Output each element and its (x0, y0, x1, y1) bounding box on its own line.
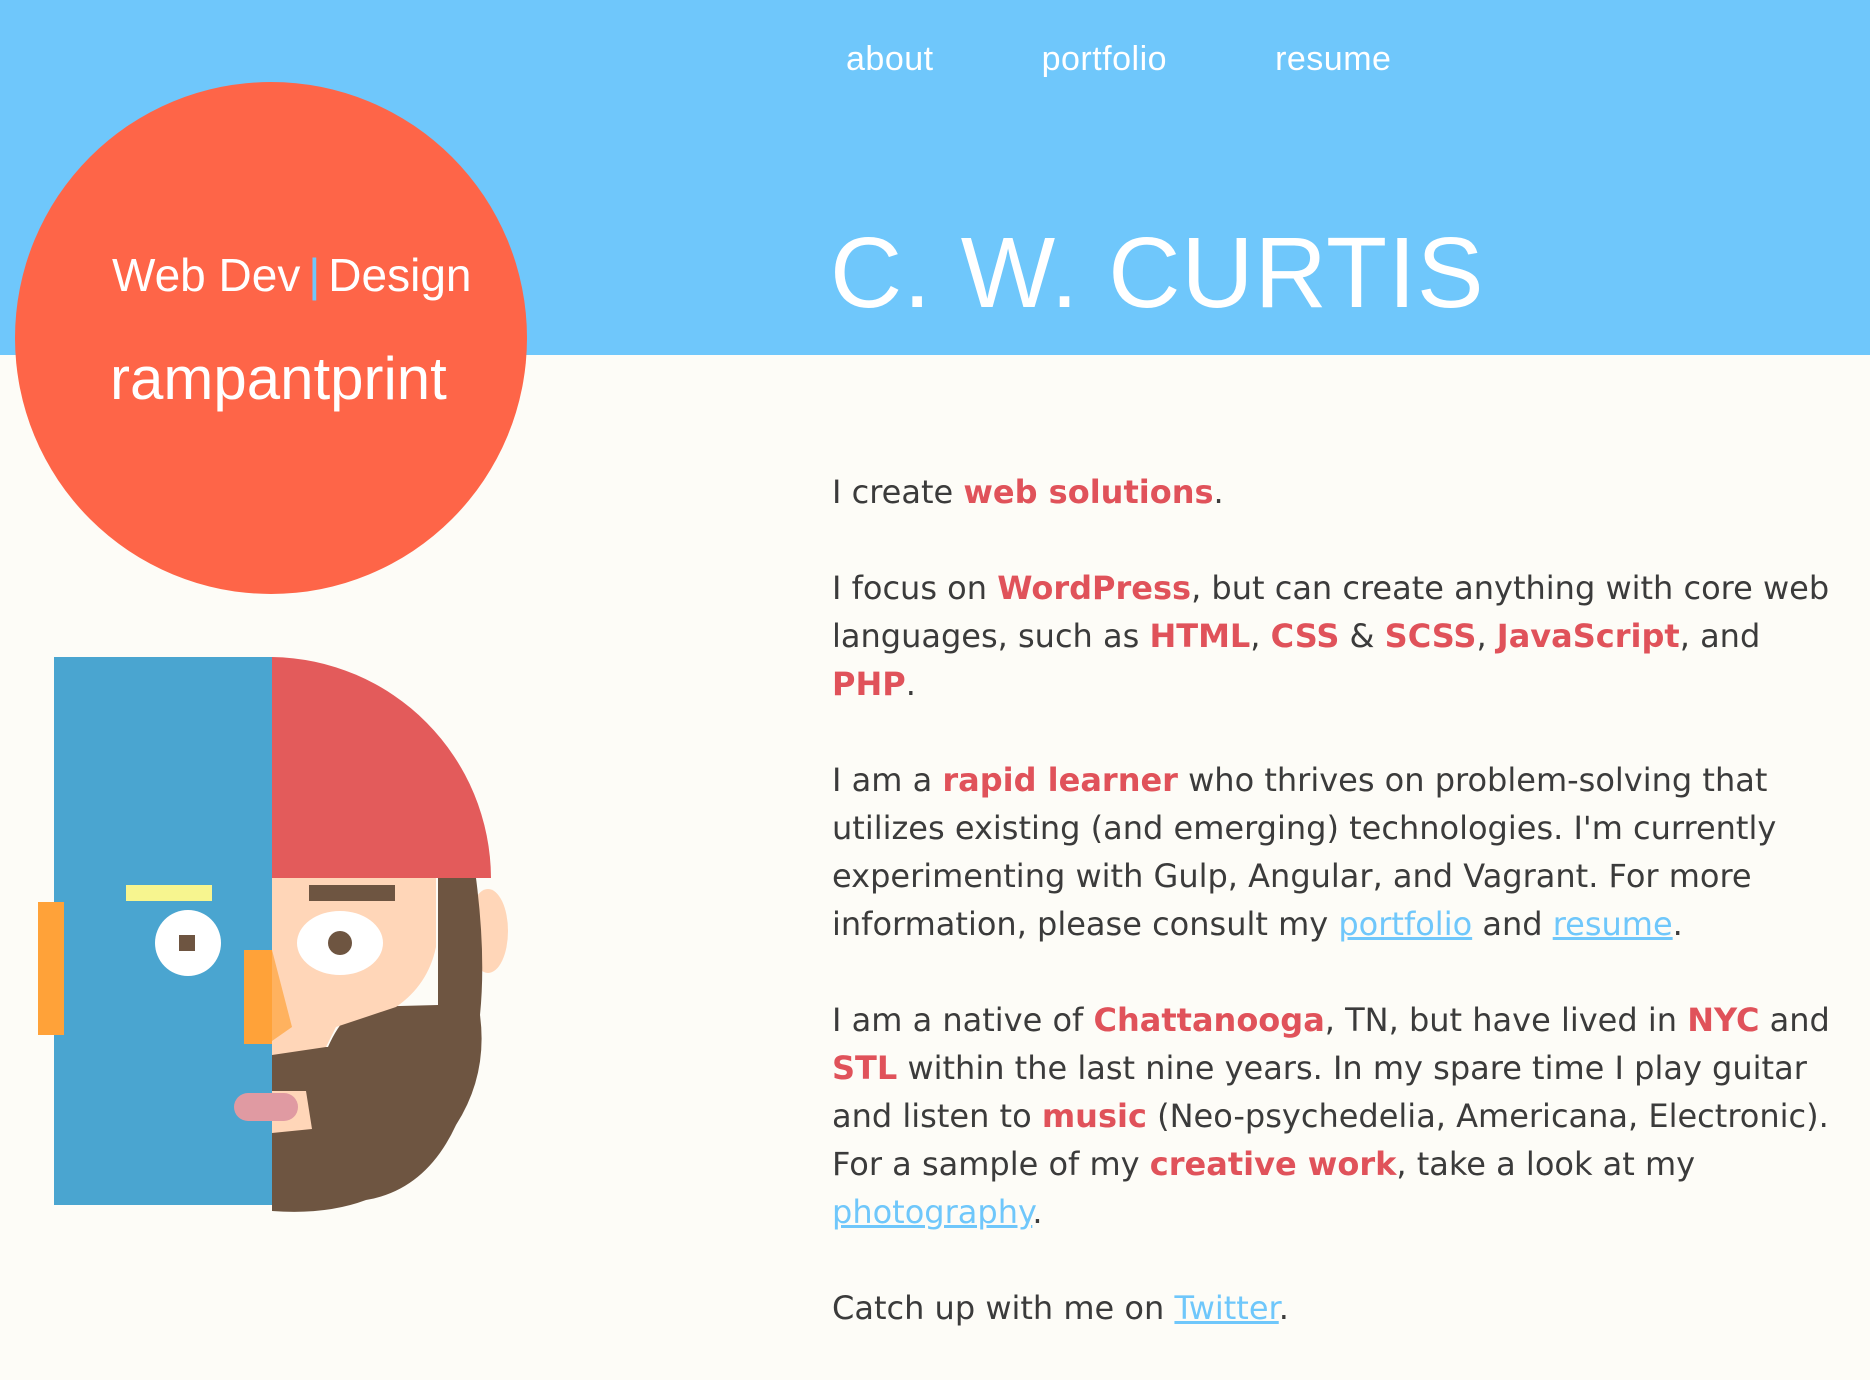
native-text: I am a native of (832, 1001, 1094, 1039)
left-pupil (179, 935, 195, 951)
skills-text: . (905, 665, 916, 703)
skills-text: , (1476, 617, 1497, 655)
native-paragraph: I am a native of Chattanooga, TN, but ha… (832, 996, 1842, 1236)
highlight-music: music (1041, 1097, 1147, 1135)
highlight-html: HTML (1149, 617, 1251, 655)
skills-text: , and (1679, 617, 1761, 655)
highlight-chattanooga: Chattanooga (1093, 1001, 1325, 1039)
left-ear (38, 902, 64, 1035)
highlight-creative-work: creative work (1149, 1145, 1397, 1183)
left-eyebrow (126, 885, 212, 901)
avatar-illustration (38, 657, 508, 1212)
native-text: , take a look at my (1396, 1145, 1696, 1183)
highlight-wordpress: WordPress (997, 569, 1192, 607)
tagline-separator: | (308, 249, 321, 301)
native-text: . (1032, 1193, 1043, 1231)
twitter-link[interactable]: Twitter (1174, 1289, 1278, 1327)
skills-text: , (1250, 617, 1271, 655)
resume-link[interactable]: resume (1553, 905, 1673, 943)
intro-paragraph: I create web solutions. (832, 468, 1842, 516)
native-text: , TN, but have lived in (1324, 1001, 1688, 1039)
photography-link[interactable]: photography (832, 1193, 1032, 1231)
about-content: I create web solutions. I focus on WordP… (832, 468, 1842, 1380)
highlight-php: PHP (832, 665, 906, 703)
highlight-nyc: NYC (1687, 1001, 1760, 1039)
native-text: and (1759, 1001, 1830, 1039)
learner-paragraph: I am a rapid learner who thrives on prob… (832, 756, 1842, 948)
learner-text: and (1472, 905, 1553, 943)
right-pupil (328, 931, 352, 955)
highlight-rapid-learner: rapid learner (942, 761, 1178, 799)
highlight-scss: SCSS (1384, 617, 1477, 655)
twitter-paragraph: Catch up with me on Twitter. (832, 1284, 1842, 1332)
tagline-design: Design (328, 249, 472, 301)
highlight-web-solutions: web solutions (963, 473, 1214, 511)
intro-text: I create (832, 473, 964, 511)
brand-name: rampantprint (110, 345, 447, 412)
tagline-web-dev: Web Dev (112, 249, 301, 301)
nav-about-link[interactable]: about (846, 40, 934, 79)
site-title: C. W. CURTIS (830, 217, 1485, 329)
twitter-text: . (1278, 1289, 1289, 1327)
twitter-text: Catch up with me on (832, 1289, 1175, 1327)
brand-badge: Web Dev | Design rampantprint (15, 82, 527, 594)
nav-resume-link[interactable]: resume (1275, 40, 1391, 79)
learner-text: I am a (832, 761, 943, 799)
hat-shape (272, 657, 491, 878)
nose-shape (244, 950, 272, 1044)
badge-tagline: Web Dev | Design (112, 248, 472, 302)
highlight-stl: STL (832, 1049, 898, 1087)
highlight-javascript: JavaScript (1496, 617, 1680, 655)
skills-text: & (1339, 617, 1385, 655)
intro-text-end: . (1213, 473, 1224, 511)
right-eyebrow (309, 885, 395, 901)
main-nav: about portfolio resume (846, 40, 1499, 79)
skills-text: I focus on (832, 569, 998, 607)
skills-paragraph: I focus on WordPress, but can create any… (832, 564, 1842, 708)
highlight-css: CSS (1270, 617, 1340, 655)
learner-text: . (1672, 905, 1683, 943)
mouth-shape (234, 1093, 298, 1121)
nav-portfolio-link[interactable]: portfolio (1042, 40, 1167, 79)
portfolio-link[interactable]: portfolio (1338, 905, 1472, 943)
